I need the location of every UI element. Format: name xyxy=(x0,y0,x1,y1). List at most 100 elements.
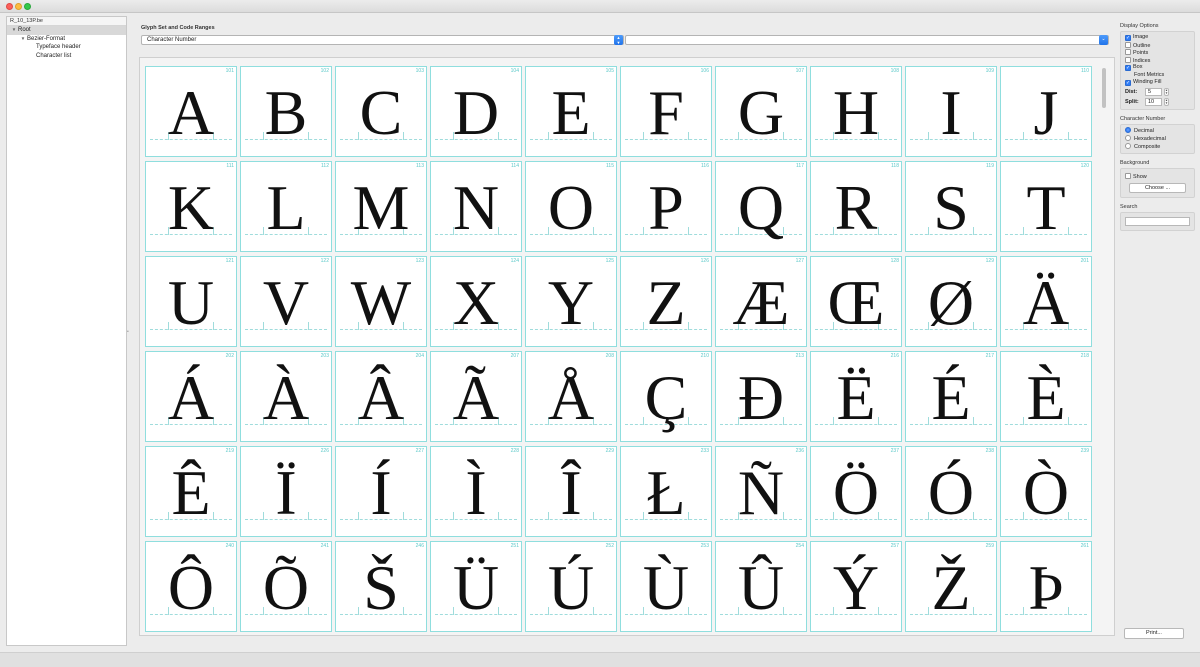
vertical-scrollbar[interactable] xyxy=(1102,68,1106,108)
glyph-cell[interactable]: 122 V xyxy=(240,256,332,347)
glyph-cell[interactable]: 115 O xyxy=(525,161,617,252)
glyph-cell[interactable]: 117 Q xyxy=(715,161,807,252)
zoom-window-button[interactable] xyxy=(24,3,31,10)
tree-item[interactable]: Typeface header xyxy=(7,43,126,52)
glyph-cell[interactable]: 103 C xyxy=(335,66,427,157)
glyph-cell[interactable]: 114 N xyxy=(430,161,522,252)
glyph-cell[interactable]: 126 Z xyxy=(620,256,712,347)
background-box: Show Choose ... xyxy=(1120,167,1195,198)
image-label: Image xyxy=(1133,34,1149,40)
image-checkbox[interactable]: ✓ Image xyxy=(1125,34,1190,42)
glyph-cell[interactable]: 261 Þ xyxy=(1000,541,1092,632)
glyph-cell[interactable]: 101 A xyxy=(145,66,237,157)
glyph-image: È xyxy=(1026,362,1066,433)
glyph-cell[interactable]: 102 B xyxy=(240,66,332,157)
print-button[interactable]: Print... xyxy=(1124,628,1184,639)
glyph-cell[interactable]: 129 Ø xyxy=(905,256,997,347)
glyph-cell[interactable]: 119 S xyxy=(905,161,997,252)
glyph-cell[interactable]: 240 Ô xyxy=(145,541,237,632)
glyph-cell[interactable]: 257 Ý xyxy=(810,541,902,632)
glyph-cell[interactable]: 218 È xyxy=(1000,351,1092,442)
glyph-cell[interactable]: 210 Ç xyxy=(620,351,712,442)
glyph-cell[interactable]: 239 Ò xyxy=(1000,446,1092,537)
glyph-cell[interactable]: 107 G xyxy=(715,66,807,157)
decimal-radio[interactable]: Decimal xyxy=(1125,126,1190,135)
glyph-cell[interactable]: 124 X xyxy=(430,256,522,347)
choose-background-button[interactable]: Choose ... xyxy=(1129,183,1186,193)
splitter-handle-icon[interactable]: • xyxy=(127,329,129,335)
glyph-cell[interactable]: 252 Ú xyxy=(525,541,617,632)
glyph-cell[interactable]: 226 Ï xyxy=(240,446,332,537)
glyph-cell[interactable]: 203 À xyxy=(240,351,332,442)
glyph-cell[interactable]: 253 Ù xyxy=(620,541,712,632)
tree-item[interactable]: ▼ Bezier-Format xyxy=(7,35,126,44)
glyph-cell[interactable]: 241 Õ xyxy=(240,541,332,632)
dist-stepper[interactable]: ▲ ▼ xyxy=(1164,87,1169,96)
glyph-grid: 101 A 102 B 103 C 104 D 105 E 106 F 107 G 108 H 109 I 110 J… xyxy=(145,66,1093,633)
glyph-cell[interactable]: 116 P xyxy=(620,161,712,252)
glyph-image: L xyxy=(266,172,306,243)
glyph-cell[interactable]: 109 I xyxy=(905,66,997,157)
glyph-cell[interactable]: 108 H xyxy=(810,66,902,157)
glyph-cell[interactable]: 106 F xyxy=(620,66,712,157)
winding-fill-checkbox[interactable]: ✓ Winding Fill xyxy=(1125,79,1190,87)
disclosure-triangle-icon[interactable]: ▼ xyxy=(19,35,27,44)
disclosure-triangle-icon[interactable]: ▼ xyxy=(10,26,18,35)
glyph-cell[interactable]: 238 Ó xyxy=(905,446,997,537)
glyph-cell[interactable]: 111 K xyxy=(145,161,237,252)
glyph-cell[interactable]: 121 U xyxy=(145,256,237,347)
glyph-set-select[interactable]: Character Number ▲ ▼ xyxy=(141,35,624,45)
glyph-cell[interactable]: 118 R xyxy=(810,161,902,252)
tree-item[interactable]: Character list xyxy=(7,52,126,61)
checkbox-icon xyxy=(1125,56,1131,63)
search-input[interactable] xyxy=(1125,217,1190,226)
glyph-cell[interactable]: 228 Ì xyxy=(430,446,522,537)
glyph-cell[interactable]: 207 Ã xyxy=(430,351,522,442)
glyph-cell[interactable]: 110 J xyxy=(1000,66,1092,157)
glyph-cell[interactable]: 112 L xyxy=(240,161,332,252)
minimize-window-button[interactable] xyxy=(15,3,22,10)
glyph-cell[interactable]: 201 Ä xyxy=(1000,256,1092,347)
code-range-select[interactable]: ⌄ xyxy=(625,35,1109,45)
glyph-cell[interactable]: 213 Đ xyxy=(715,351,807,442)
dist-input[interactable]: 5 xyxy=(1145,87,1162,96)
glyph-cell[interactable]: 204 Â xyxy=(335,351,427,442)
glyph-cell[interactable]: 123 W xyxy=(335,256,427,347)
glyph-cell[interactable]: 128 Œ xyxy=(810,256,902,347)
glyph-image: D xyxy=(452,77,500,148)
glyph-cell[interactable]: 120 T xyxy=(1000,161,1092,252)
tree-item[interactable]: ▼ Root xyxy=(7,26,126,35)
glyph-cell[interactable]: 125 Y xyxy=(525,256,617,347)
glyph-cell[interactable]: 233 Ł xyxy=(620,446,712,537)
composite-radio[interactable]: Composite xyxy=(1125,142,1190,151)
glyph-cell[interactable]: 208 Å xyxy=(525,351,617,442)
glyph-cell[interactable]: 251 Ü xyxy=(430,541,522,632)
glyph-image: I xyxy=(940,77,962,148)
glyph-cell[interactable]: 237 Ö xyxy=(810,446,902,537)
glyph-cell[interactable]: 229 Î xyxy=(525,446,617,537)
outline-checkbox[interactable]: Outline xyxy=(1125,41,1190,50)
glyph-cell[interactable]: 113 M xyxy=(335,161,427,252)
glyph-cell[interactable]: 216 Ë xyxy=(810,351,902,442)
close-window-button[interactable] xyxy=(6,3,13,10)
points-label: Points xyxy=(1133,50,1149,56)
glyph-cell[interactable]: 105 E xyxy=(525,66,617,157)
box-checkbox[interactable]: ✓ Box xyxy=(1125,64,1190,72)
glyph-cell[interactable]: 219 Ê xyxy=(145,446,237,537)
glyph-cell[interactable]: 217 É xyxy=(905,351,997,442)
glyph-cell[interactable]: 202 Á xyxy=(145,351,237,442)
glyph-cell[interactable]: 227 Í xyxy=(335,446,427,537)
show-background-checkbox[interactable]: Show xyxy=(1125,172,1190,181)
points-checkbox[interactable]: Points xyxy=(1125,49,1190,57)
glyph-cell[interactable]: 127 Æ xyxy=(715,256,807,347)
glyph-cell[interactable]: 236 Ñ xyxy=(715,446,807,537)
chevron-down-icon: ⌄ xyxy=(1099,35,1108,45)
indices-checkbox[interactable]: Indices xyxy=(1125,56,1190,65)
split-stepper[interactable]: ▲ ▼ xyxy=(1164,97,1169,106)
hexadecimal-radio[interactable]: Hexadecimal xyxy=(1125,134,1190,143)
split-input[interactable]: 10 xyxy=(1145,97,1162,106)
glyph-cell[interactable]: 254 Û xyxy=(715,541,807,632)
glyph-cell[interactable]: 104 D xyxy=(430,66,522,157)
glyph-cell[interactable]: 246 Š xyxy=(335,541,427,632)
glyph-cell[interactable]: 259 Ž xyxy=(905,541,997,632)
